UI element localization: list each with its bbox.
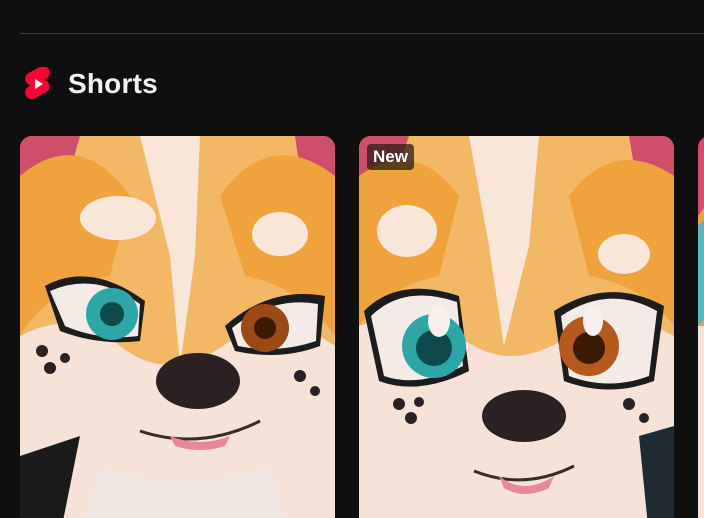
youtube-shorts-icon bbox=[24, 66, 52, 101]
short-thumbnail bbox=[698, 136, 704, 518]
short-card[interactable] bbox=[20, 136, 335, 518]
short-card[interactable] bbox=[698, 136, 704, 518]
shorts-shelf-header: Shorts bbox=[24, 66, 158, 102]
short-card[interactable]: New bbox=[359, 136, 674, 518]
new-badge: New bbox=[367, 144, 414, 170]
short-thumbnail bbox=[359, 136, 674, 518]
short-thumbnail bbox=[20, 136, 335, 518]
shorts-shelf-page: Shorts New bbox=[0, 0, 704, 518]
shelf-title: Shorts bbox=[68, 68, 158, 99]
section-divider bbox=[20, 33, 704, 34]
